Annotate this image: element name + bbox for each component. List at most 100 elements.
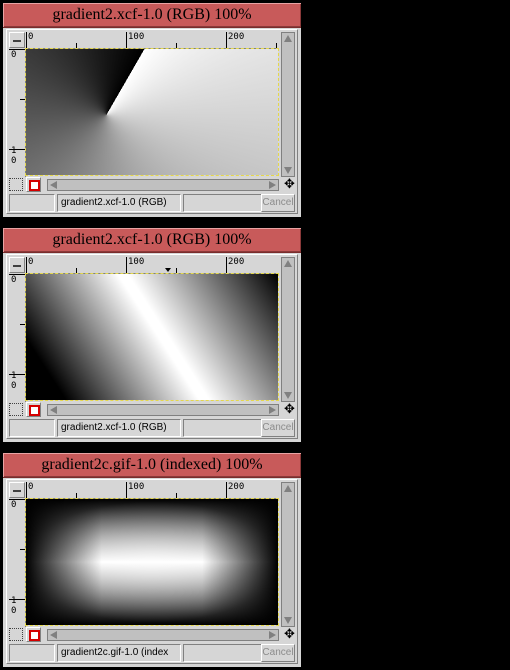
progress-bar xyxy=(183,419,263,437)
horizontal-ruler[interactable]: 0 100 200 xyxy=(26,257,278,274)
window-client: 0 100 200 0 1 0 xyxy=(6,479,298,664)
ruler-tick xyxy=(226,257,227,273)
ruler-label: 0 xyxy=(11,500,17,510)
move-crosshair-icon[interactable]: ✥ xyxy=(283,178,296,191)
ruler-tick xyxy=(176,493,177,498)
progress-bar xyxy=(183,194,263,212)
arrow-down-icon[interactable] xyxy=(284,392,292,399)
ruler-label: 0 xyxy=(11,156,17,166)
ruler-tick xyxy=(20,324,25,325)
status-bar: gradient2.xcf-1.0 (RGB) Cancel xyxy=(9,419,295,439)
ruler-tick xyxy=(126,257,127,273)
canvas-area[interactable] xyxy=(25,48,280,177)
ruler-label: 0 xyxy=(11,381,17,391)
ruler-label: 100 xyxy=(128,482,145,492)
arrow-up-icon[interactable] xyxy=(284,485,292,492)
vertical-scrollbar[interactable] xyxy=(281,32,295,177)
image-canvas[interactable] xyxy=(25,498,279,626)
ruler-tick xyxy=(9,149,25,150)
ruler-label: 0 xyxy=(11,50,17,60)
ruler-tick xyxy=(76,493,77,498)
window-titlebar[interactable]: gradient2.xcf-1.0 (RGB) 100% xyxy=(3,3,301,28)
arrow-right-icon[interactable] xyxy=(269,631,276,639)
quick-mask-toggle-icon[interactable] xyxy=(9,178,23,191)
vertical-ruler[interactable]: 0 1 0 xyxy=(9,499,26,627)
ruler-tick xyxy=(276,43,277,48)
ruler-tick xyxy=(126,482,127,498)
ruler-tick xyxy=(20,99,25,100)
quick-mask-button[interactable] xyxy=(26,627,41,642)
progress-bar xyxy=(183,644,263,662)
ruler-tick xyxy=(76,43,77,48)
move-crosshair-icon[interactable]: ✥ xyxy=(283,628,296,641)
canvas-area[interactable] xyxy=(25,273,280,402)
ruler-tick xyxy=(176,268,177,273)
image-window-1[interactable]: gradient2.xcf-1.0 (RGB) 100% 0 100 200 0… xyxy=(2,2,302,218)
quick-mask-icon xyxy=(29,630,40,641)
horizontal-scrollbar[interactable] xyxy=(47,404,279,416)
ruler-label: 200 xyxy=(228,482,245,492)
quick-mask-toggle-icon[interactable] xyxy=(9,403,23,416)
move-crosshair-icon[interactable]: ✥ xyxy=(283,403,296,416)
ruler-tick xyxy=(26,257,27,273)
canvas-area[interactable] xyxy=(25,498,280,627)
horizontal-scrollbar[interactable] xyxy=(47,179,279,191)
image-canvas[interactable] xyxy=(25,273,279,401)
vertical-scrollbar[interactable] xyxy=(281,257,295,402)
arrow-left-icon[interactable] xyxy=(50,181,57,189)
ruler-label: 100 xyxy=(128,257,145,267)
horizontal-scrollbar[interactable] xyxy=(47,629,279,641)
ruler-tick xyxy=(26,482,27,498)
horizontal-ruler[interactable]: 0 100 200 xyxy=(26,482,278,499)
arrow-down-icon[interactable] xyxy=(284,167,292,174)
ruler-label: 0 xyxy=(28,482,34,492)
window-title: gradient2.xcf-1.0 (RGB) 100% xyxy=(52,6,252,23)
ruler-tick xyxy=(26,32,27,48)
arrow-right-icon[interactable] xyxy=(269,406,276,414)
ruler-label: 0 xyxy=(11,275,17,285)
menu-button[interactable] xyxy=(9,482,25,498)
menu-button[interactable] xyxy=(9,257,25,273)
image-canvas[interactable] xyxy=(25,48,279,176)
menu-button[interactable] xyxy=(9,32,25,48)
ruler-tick xyxy=(126,32,127,48)
ruler-tick xyxy=(176,43,177,48)
window-title: gradient2c.gif-1.0 (indexed) 100% xyxy=(41,456,263,473)
pointer-coordinates-field xyxy=(9,194,55,212)
pointer-coordinates-field xyxy=(9,644,55,662)
quick-mask-button[interactable] xyxy=(26,177,41,192)
vertical-ruler[interactable]: 0 1 0 xyxy=(9,49,26,177)
arrow-left-icon[interactable] xyxy=(50,631,57,639)
ruler-tick xyxy=(226,482,227,498)
arrow-right-icon[interactable] xyxy=(269,181,276,189)
image-window-2[interactable]: gradient2.xcf-1.0 (RGB) 100% 0 100 200 0… xyxy=(2,227,302,443)
ruler-tick xyxy=(9,49,25,50)
arrow-left-icon[interactable] xyxy=(50,406,57,414)
window-titlebar[interactable]: gradient2c.gif-1.0 (indexed) 100% xyxy=(3,453,301,478)
arrow-up-icon[interactable] xyxy=(284,35,292,42)
vertical-ruler[interactable]: 0 1 0 xyxy=(9,274,26,402)
ruler-tick xyxy=(9,374,25,375)
ruler-tick xyxy=(9,274,25,275)
ruler-tick xyxy=(9,599,25,600)
image-status-field: gradient2.xcf-1.0 (RGB) xyxy=(57,194,181,212)
ruler-label: 100 xyxy=(128,32,145,42)
window-titlebar[interactable]: gradient2.xcf-1.0 (RGB) 100% xyxy=(3,228,301,253)
image-window-3[interactable]: gradient2c.gif-1.0 (indexed) 100% 0 100 … xyxy=(2,452,302,668)
status-bar: gradient2c.gif-1.0 (index Cancel xyxy=(9,644,295,664)
cancel-button[interactable]: Cancel xyxy=(261,644,295,662)
vertical-scrollbar[interactable] xyxy=(281,482,295,627)
quick-mask-toggle-icon[interactable] xyxy=(9,628,23,641)
cancel-button[interactable]: Cancel xyxy=(261,194,295,212)
ruler-tick xyxy=(76,268,77,273)
cancel-button[interactable]: Cancel xyxy=(261,419,295,437)
ruler-tick xyxy=(9,499,25,500)
desktop: { "windows": [ { "title": "gradient2.xcf… xyxy=(0,0,510,670)
image-status-field: gradient2.xcf-1.0 (RGB) xyxy=(57,419,181,437)
arrow-down-icon[interactable] xyxy=(284,617,292,624)
horizontal-ruler[interactable]: 0 100 200 xyxy=(26,32,278,49)
ruler-label: 200 xyxy=(228,32,245,42)
quick-mask-button[interactable] xyxy=(26,402,41,417)
arrow-up-icon[interactable] xyxy=(284,260,292,267)
window-title: gradient2.xcf-1.0 (RGB) 100% xyxy=(52,231,252,248)
